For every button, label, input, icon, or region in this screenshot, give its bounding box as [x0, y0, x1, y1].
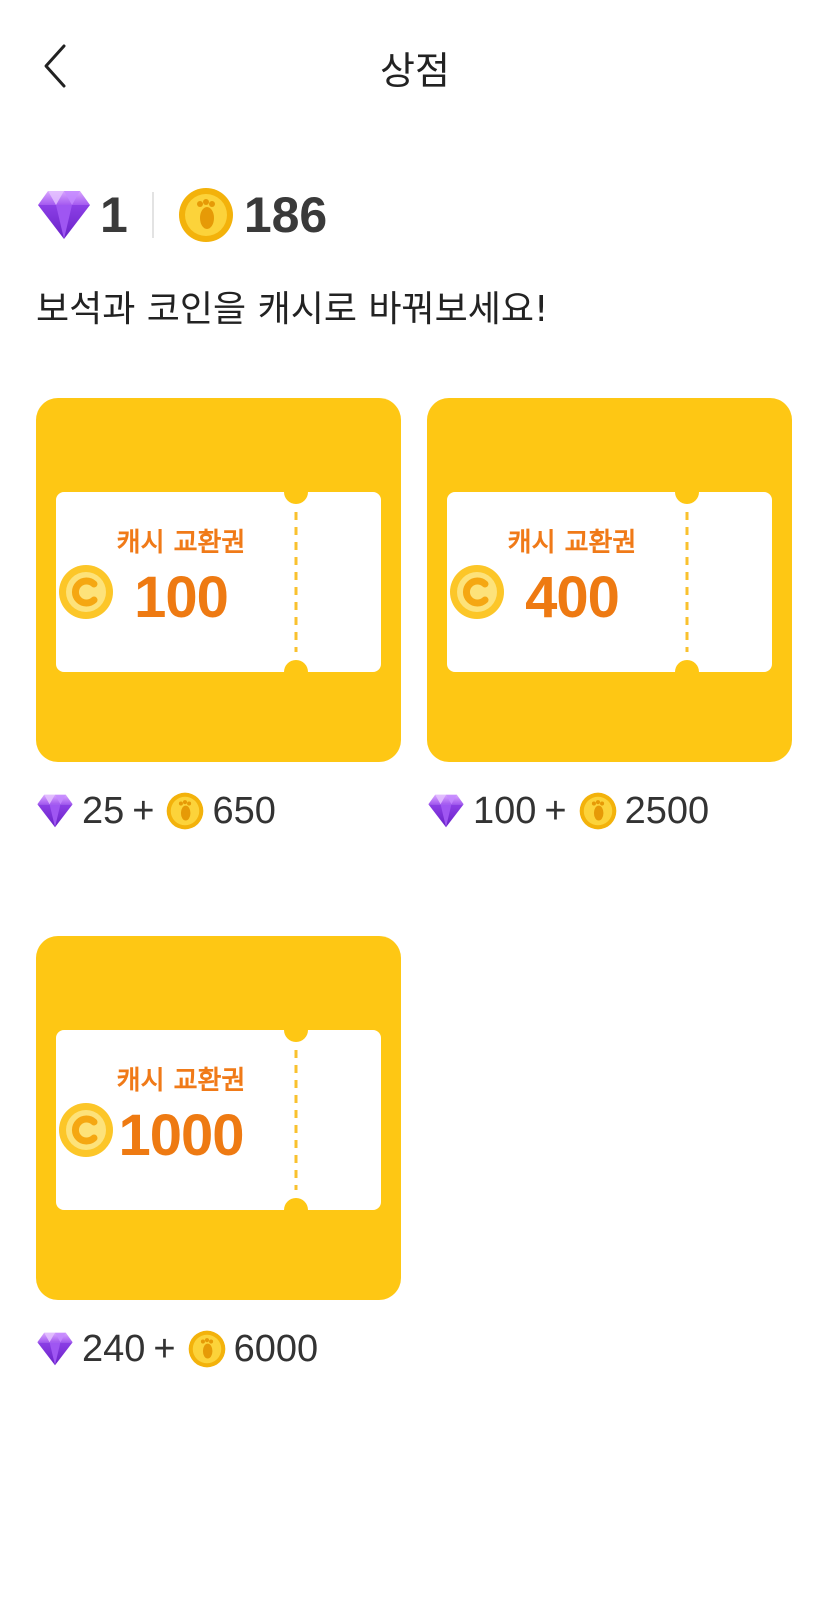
product-card[interactable]: 캐시 교환권 400 — [427, 398, 792, 762]
coin-icon — [166, 792, 204, 830]
cash-voucher: 캐시 교환권 100 — [56, 492, 381, 672]
product-card[interactable]: 캐시 교환권 100 — [36, 398, 401, 762]
gem-icon — [36, 189, 92, 241]
gem-icon — [427, 793, 465, 829]
cash-coin-icon — [58, 1102, 114, 1158]
voucher-value: 400 — [525, 565, 620, 630]
cash-coin-icon — [58, 564, 114, 620]
coin-balance: 186 — [243, 187, 328, 243]
gem-icon — [36, 1331, 74, 1367]
cash-coin-icon — [449, 564, 505, 620]
balance-bar: 1 186 — [36, 180, 327, 250]
coin-icon — [178, 187, 234, 243]
gem-price: 100 — [473, 789, 537, 832]
plus-sign: + — [544, 789, 567, 832]
voucher-amount: 1000 — [56, 1102, 306, 1169]
plus-sign: + — [132, 789, 155, 832]
product-price: 25 + 650 — [36, 786, 276, 836]
top-bar: 상점 — [0, 0, 830, 140]
coin-price: 6000 — [233, 1327, 319, 1370]
coin-icon — [188, 1330, 226, 1368]
voucher-label: 캐시 교환권 — [116, 528, 246, 558]
coin-icon — [579, 792, 617, 830]
voucher-amount: 400 — [447, 564, 697, 631]
product-price: 240 + 6000 — [36, 1324, 318, 1374]
voucher-value: 100 — [134, 565, 229, 630]
voucher-label: 캐시 교환권 — [507, 528, 637, 558]
product-price: 100 + 2500 — [427, 786, 709, 836]
gem-balance: 1 — [100, 187, 128, 243]
plus-sign: + — [153, 1327, 176, 1370]
gem-price: 25 — [82, 789, 125, 832]
shop-subtitle: 보석과 코인을 캐시로 바꿔보세요! — [36, 289, 549, 330]
page-title: 상점 — [380, 49, 450, 93]
cash-voucher: 캐시 교환권 1000 — [56, 1030, 381, 1210]
divider — [151, 192, 154, 238]
voucher-value: 1000 — [118, 1103, 244, 1168]
coin-price: 650 — [212, 789, 276, 832]
cash-voucher: 캐시 교환권 400 — [447, 492, 772, 672]
gem-icon — [36, 793, 74, 829]
product-card[interactable]: 캐시 교환권 1000 — [36, 936, 401, 1300]
voucher-label: 캐시 교환권 — [116, 1066, 246, 1096]
gem-price: 240 — [82, 1327, 146, 1370]
voucher-amount: 100 — [56, 564, 306, 631]
coin-price: 2500 — [624, 789, 710, 832]
